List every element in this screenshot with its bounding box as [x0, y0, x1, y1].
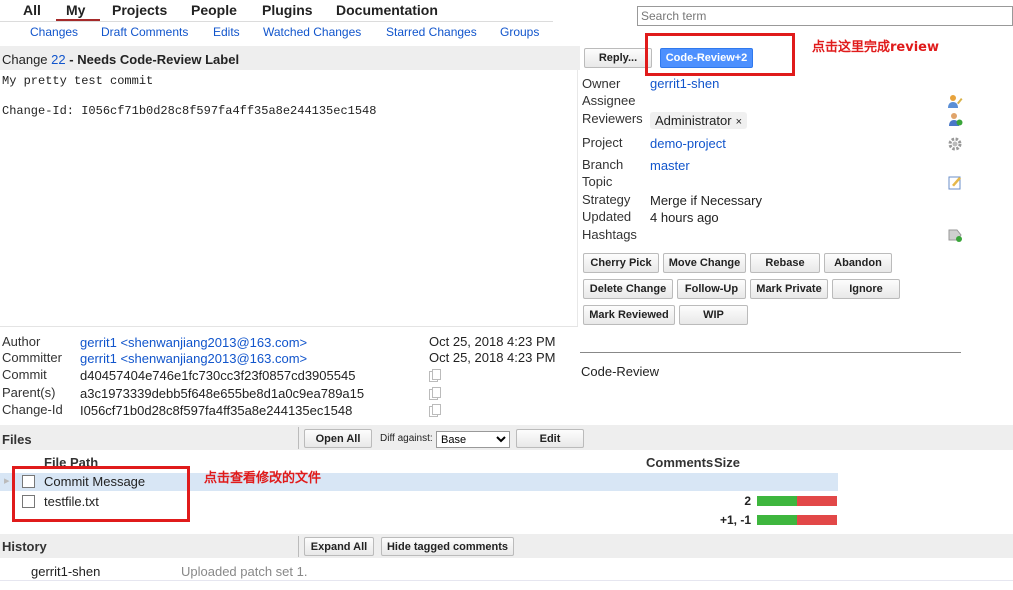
size-bar-added [757, 515, 797, 525]
subnav-watched-changes[interactable]: Watched Changes [263, 25, 361, 39]
nav-documentation[interactable]: Documentation [336, 2, 438, 18]
open-all-button[interactable]: Open All [304, 429, 372, 448]
history-message: Uploaded patch set 1. [181, 564, 308, 579]
change-id-label: Change-Id [2, 402, 63, 417]
nav-plugins[interactable]: Plugins [262, 2, 313, 18]
edit-button[interactable]: Edit [516, 429, 584, 448]
project-link[interactable]: demo-project [650, 136, 726, 151]
move-change-button[interactable]: Move Change [663, 253, 746, 273]
vertical-divider [577, 70, 578, 326]
annotation-box-files [12, 466, 190, 522]
copy-icon[interactable] [429, 369, 441, 382]
remove-reviewer-icon[interactable]: × [736, 116, 742, 128]
reviewer-chip: Administrator × [650, 112, 748, 129]
size-bar-removed [797, 496, 837, 506]
annotation-files: 点击查看修改的文件 [204, 471, 322, 486]
edit-topic-icon[interactable] [947, 174, 963, 190]
files-title: Files [2, 432, 32, 447]
follow-up-button[interactable]: Follow-Up [677, 279, 746, 299]
delete-change-button[interactable]: Delete Change [583, 279, 673, 299]
subnav-starred-changes[interactable]: Starred Changes [386, 25, 477, 39]
hashtags-label: Hashtags [582, 227, 637, 242]
nav-divider [0, 21, 553, 22]
change-prefix: Change [2, 52, 48, 67]
ignore-button[interactable]: Ignore [832, 279, 900, 299]
annotation-box-code-review [645, 33, 795, 76]
project-label: Project [582, 135, 623, 150]
commit-hash: d40457404e746e1fc730cc3f23f0857cd3905545 [80, 368, 356, 383]
annotation-code-review: 点击这里完成review [812, 40, 939, 55]
message-divider [0, 326, 578, 327]
diff-against-select[interactable]: Base [436, 431, 510, 448]
change-separator: - [69, 52, 74, 67]
history-row-divider [0, 580, 1013, 581]
reviewer-name: Administrator [655, 113, 732, 128]
history-author: gerrit1-shen [31, 564, 101, 579]
committer-link[interactable]: gerrit1 <shenwanjiang2013@163.com> [80, 351, 307, 366]
abandon-button[interactable]: Abandon [824, 253, 892, 273]
copy-icon[interactable] [429, 387, 441, 400]
reply-button[interactable]: Reply... [584, 48, 652, 68]
parent-label: Parent(s) [2, 385, 56, 400]
file-size: 2 [744, 494, 751, 508]
file-size: +1, -1 [719, 513, 751, 527]
subnav-changes[interactable]: Changes [30, 25, 78, 39]
nav-people[interactable]: People [191, 2, 237, 18]
parent-hash: a3c1973339debb5f648e655be8d1a0c9ea789a15 [80, 386, 365, 401]
assignee-label: Assignee [582, 93, 636, 108]
branch-link[interactable]: master [650, 158, 690, 173]
change-title: Change 22 - Needs Code-Review Label [2, 52, 239, 67]
mark-reviewed-button[interactable]: Mark Reviewed [583, 305, 675, 325]
change-id-value: I056cf71b0d28c8f597fa4ff35a8e244135ec154… [80, 403, 353, 418]
committer-date: Oct 25, 2018 4:23 PM [429, 350, 556, 365]
change-status: Needs Code-Review Label [77, 52, 240, 67]
mark-private-button[interactable]: Mark Private [750, 279, 828, 299]
nav-my[interactable]: My [66, 2, 85, 18]
edit-assignee-icon[interactable] [947, 93, 963, 109]
hide-tagged-comments-button[interactable]: Hide tagged comments [381, 537, 514, 556]
nav-all[interactable]: All [23, 2, 41, 18]
comments-header: Comments [646, 455, 714, 470]
rebase-button[interactable]: Rebase [750, 253, 820, 273]
wip-button[interactable]: WIP [679, 305, 748, 325]
code-review-label: Code-Review [581, 364, 660, 379]
updated-label: Updated [582, 209, 632, 224]
expand-all-button[interactable]: Expand All [304, 537, 374, 556]
labels-divider [580, 352, 961, 353]
owner-label: Owner [582, 76, 621, 91]
author-date: Oct 25, 2018 4:23 PM [429, 334, 556, 349]
diff-against-label: Diff against: [380, 433, 433, 444]
search-input[interactable] [637, 6, 1013, 26]
author-label: Author [2, 334, 41, 349]
commit-label: Commit [2, 367, 47, 382]
change-number-link[interactable]: 22 [51, 52, 65, 67]
size-bar-added [757, 496, 797, 506]
strategy-value: Merge if Necessary [650, 193, 762, 208]
owner-link[interactable]: gerrit1-shen [650, 76, 719, 91]
row-pointer-icon: ▸ [4, 475, 10, 487]
copy-icon[interactable] [429, 404, 441, 417]
commit-message-line1: My pretty test commit [2, 74, 154, 88]
size-header: Size [714, 455, 741, 470]
add-reviewer-icon[interactable] [947, 111, 963, 127]
subnav-edits[interactable]: Edits [213, 25, 240, 39]
files-bar-divider [298, 427, 299, 449]
branch-label: Branch [582, 157, 624, 172]
add-hashtag-icon[interactable] [947, 227, 963, 243]
history-title: History [2, 539, 47, 554]
author-link[interactable]: gerrit1 <shenwanjiang2013@163.com> [80, 335, 307, 350]
topic-label: Topic [582, 174, 613, 189]
committer-label: Committer [2, 350, 62, 365]
updated-value: 4 hours ago [650, 210, 719, 225]
strategy-label: Strategy [582, 192, 631, 207]
subnav-groups[interactable]: Groups [500, 25, 539, 39]
commit-message-line2: Change-Id: I056cf71b0d28c8f597fa4ff35a8e… [2, 104, 377, 118]
subnav-draft-comments[interactable]: Draft Comments [101, 25, 188, 39]
history-bar-divider [298, 536, 299, 557]
size-bar-removed [797, 515, 837, 525]
project-settings-gear-icon[interactable] [947, 136, 963, 152]
nav-projects[interactable]: Projects [112, 2, 167, 18]
reviewers-label: Reviewers [582, 111, 643, 126]
cherry-pick-button[interactable]: Cherry Pick [583, 253, 659, 273]
